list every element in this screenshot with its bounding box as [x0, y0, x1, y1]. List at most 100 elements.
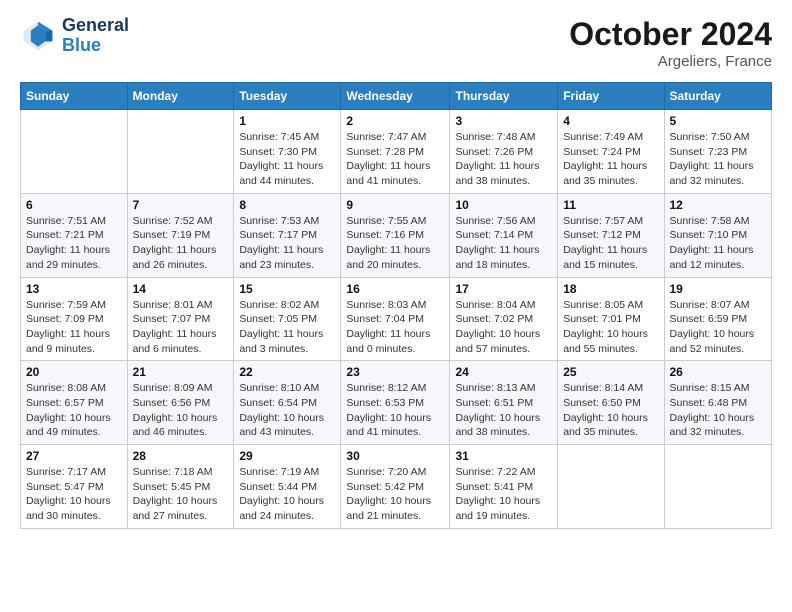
day-info: Sunrise: 7:58 AM Sunset: 7:10 PM Dayligh…: [670, 214, 767, 273]
day-number: 25: [563, 365, 658, 379]
day-number: 26: [670, 365, 767, 379]
day-number: 27: [26, 449, 122, 463]
logo: General Blue: [20, 16, 129, 56]
calendar-cell: 31 Sunrise: 7:22 AM Sunset: 5:41 PM Dayli…: [450, 445, 558, 529]
calendar-cell: 2Sunrise: 7:47 AM Sunset: 7:28 PM Daylig…: [341, 110, 450, 194]
calendar-cell: 14Sunrise: 8:01 AM Sunset: 7:07 PM Dayli…: [127, 277, 234, 361]
day-info: Sunrise: 8:14 AM Sunset: 6:50 PM Dayligh…: [563, 381, 658, 440]
day-number: 13: [26, 282, 122, 296]
logo-icon: [20, 18, 56, 54]
day-info: Sunrise: 8:04 AM Sunset: 7:02 PM Dayligh…: [455, 298, 552, 357]
calendar-cell: 4 Sunrise: 7:49 AM Sunset: 7:24 PM Daylig…: [558, 110, 664, 194]
day-info: Sunrise: 7:49 AM Sunset: 7:24 PM Dayligh…: [563, 130, 658, 189]
title-block: October 2024 Argeliers, France: [569, 16, 772, 70]
day-info: Sunrise: 7:22 AM Sunset: 5:41 PM Dayligh…: [455, 465, 552, 524]
day-number: 6: [26, 198, 122, 212]
calendar-cell: [664, 445, 772, 529]
day-info: Sunrise: 7:18 AM Sunset: 5:45 PM Dayligh…: [133, 465, 229, 524]
weekday-header-sunday: Sunday: [21, 83, 128, 110]
calendar-cell: 21 Sunrise: 8:09 AM Sunset: 6:56 PM Dayli…: [127, 361, 234, 445]
day-info: Sunrise: 8:10 AM Sunset: 6:54 PM Dayligh…: [239, 381, 335, 440]
day-info: Sunrise: 8:07 AM Sunset: 6:59 PM Dayligh…: [670, 298, 767, 357]
week-row-5: 27 Sunrise: 7:17 AM Sunset: 5:47 PM Dayli…: [21, 445, 772, 529]
calendar-cell: 24Sunrise: 8:13 AM Sunset: 6:51 PM Dayli…: [450, 361, 558, 445]
calendar-cell: 26 Sunrise: 8:15 AM Sunset: 6:48 PM Dayli…: [664, 361, 772, 445]
day-number: 10: [455, 198, 552, 212]
calendar-cell: 18Sunrise: 8:05 AM Sunset: 7:01 PM Dayli…: [558, 277, 664, 361]
day-info: Sunrise: 7:56 AM Sunset: 7:14 PM Dayligh…: [455, 214, 552, 273]
day-number: 12: [670, 198, 767, 212]
day-number: 3: [455, 114, 552, 128]
day-info: Sunrise: 7:55 AM Sunset: 7:16 PM Dayligh…: [346, 214, 444, 273]
day-number: 14: [133, 282, 229, 296]
weekday-header-friday: Friday: [558, 83, 664, 110]
calendar-cell: 6 Sunrise: 7:51 AM Sunset: 7:21 PM Daylig…: [21, 193, 128, 277]
calendar-cell: 12 Sunrise: 7:58 AM Sunset: 7:10 PM Dayli…: [664, 193, 772, 277]
weekday-header-saturday: Saturday: [664, 83, 772, 110]
day-info: Sunrise: 7:48 AM Sunset: 7:26 PM Dayligh…: [455, 130, 552, 189]
calendar-cell: 25 Sunrise: 8:14 AM Sunset: 6:50 PM Dayli…: [558, 361, 664, 445]
calendar-cell: 8 Sunrise: 7:53 AM Sunset: 7:17 PM Daylig…: [234, 193, 341, 277]
day-info: Sunrise: 7:53 AM Sunset: 7:17 PM Dayligh…: [239, 214, 335, 273]
day-number: 9: [346, 198, 444, 212]
day-info: Sunrise: 7:45 AM Sunset: 7:30 PM Dayligh…: [239, 130, 335, 189]
weekday-header-wednesday: Wednesday: [341, 83, 450, 110]
calendar-cell: 22 Sunrise: 8:10 AM Sunset: 6:54 PM Dayli…: [234, 361, 341, 445]
day-info: Sunrise: 7:59 AM Sunset: 7:09 PM Dayligh…: [26, 298, 122, 357]
day-number: 31: [455, 449, 552, 463]
day-info: Sunrise: 7:20 AM Sunset: 5:42 PM Dayligh…: [346, 465, 444, 524]
week-row-3: 13 Sunrise: 7:59 AM Sunset: 7:09 PM Dayli…: [21, 277, 772, 361]
day-number: 30: [346, 449, 444, 463]
day-info: Sunrise: 8:03 AM Sunset: 7:04 PM Dayligh…: [346, 298, 444, 357]
day-number: 8: [239, 198, 335, 212]
calendar-cell: 5 Sunrise: 7:50 AM Sunset: 7:23 PM Daylig…: [664, 110, 772, 194]
day-number: 17: [455, 282, 552, 296]
day-number: 24: [455, 365, 552, 379]
weekday-header-tuesday: Tuesday: [234, 83, 341, 110]
day-number: 4: [563, 114, 658, 128]
calendar-cell: 10 Sunrise: 7:56 AM Sunset: 7:14 PM Dayli…: [450, 193, 558, 277]
week-row-2: 6 Sunrise: 7:51 AM Sunset: 7:21 PM Daylig…: [21, 193, 772, 277]
day-number: 23: [346, 365, 444, 379]
calendar-cell: 15Sunrise: 8:02 AM Sunset: 7:05 PM Dayli…: [234, 277, 341, 361]
calendar-table: SundayMondayTuesdayWednesdayThursdayFrid…: [20, 82, 772, 529]
calendar-cell: 9 Sunrise: 7:55 AM Sunset: 7:16 PM Daylig…: [341, 193, 450, 277]
weekday-header-monday: Monday: [127, 83, 234, 110]
week-row-1: 1Sunrise: 7:45 AM Sunset: 7:30 PM Daylig…: [21, 110, 772, 194]
day-number: 29: [239, 449, 335, 463]
calendar-cell: 1Sunrise: 7:45 AM Sunset: 7:30 PM Daylig…: [234, 110, 341, 194]
day-number: 22: [239, 365, 335, 379]
month-year: October 2024: [569, 16, 772, 53]
day-number: 20: [26, 365, 122, 379]
day-number: 7: [133, 198, 229, 212]
day-info: Sunrise: 7:19 AM Sunset: 5:44 PM Dayligh…: [239, 465, 335, 524]
calendar-cell: 20Sunrise: 8:08 AM Sunset: 6:57 PM Dayli…: [21, 361, 128, 445]
calendar-cell: 28Sunrise: 7:18 AM Sunset: 5:45 PM Dayli…: [127, 445, 234, 529]
logo-line1: General: [62, 16, 129, 36]
calendar-cell: [21, 110, 128, 194]
day-number: 2: [346, 114, 444, 128]
day-number: 15: [239, 282, 335, 296]
day-number: 5: [670, 114, 767, 128]
day-info: Sunrise: 8:12 AM Sunset: 6:53 PM Dayligh…: [346, 381, 444, 440]
day-info: Sunrise: 7:51 AM Sunset: 7:21 PM Dayligh…: [26, 214, 122, 273]
day-info: Sunrise: 8:15 AM Sunset: 6:48 PM Dayligh…: [670, 381, 767, 440]
day-number: 21: [133, 365, 229, 379]
day-number: 11: [563, 198, 658, 212]
calendar-cell: [558, 445, 664, 529]
week-row-4: 20Sunrise: 8:08 AM Sunset: 6:57 PM Dayli…: [21, 361, 772, 445]
day-info: Sunrise: 7:52 AM Sunset: 7:19 PM Dayligh…: [133, 214, 229, 273]
calendar-cell: 13 Sunrise: 7:59 AM Sunset: 7:09 PM Dayli…: [21, 277, 128, 361]
calendar-cell: 30 Sunrise: 7:20 AM Sunset: 5:42 PM Dayli…: [341, 445, 450, 529]
day-number: 19: [670, 282, 767, 296]
calendar-cell: 17 Sunrise: 8:04 AM Sunset: 7:02 PM Dayli…: [450, 277, 558, 361]
calendar-cell: [127, 110, 234, 194]
calendar-cell: 23 Sunrise: 8:12 AM Sunset: 6:53 PM Dayli…: [341, 361, 450, 445]
logo-line2: Blue: [62, 36, 129, 56]
calendar-cell: 27 Sunrise: 7:17 AM Sunset: 5:47 PM Dayli…: [21, 445, 128, 529]
day-info: Sunrise: 7:17 AM Sunset: 5:47 PM Dayligh…: [26, 465, 122, 524]
day-info: Sunrise: 8:09 AM Sunset: 6:56 PM Dayligh…: [133, 381, 229, 440]
day-info: Sunrise: 7:50 AM Sunset: 7:23 PM Dayligh…: [670, 130, 767, 189]
calendar-cell: 7 Sunrise: 7:52 AM Sunset: 7:19 PM Daylig…: [127, 193, 234, 277]
calendar-cell: 3 Sunrise: 7:48 AM Sunset: 7:26 PM Daylig…: [450, 110, 558, 194]
